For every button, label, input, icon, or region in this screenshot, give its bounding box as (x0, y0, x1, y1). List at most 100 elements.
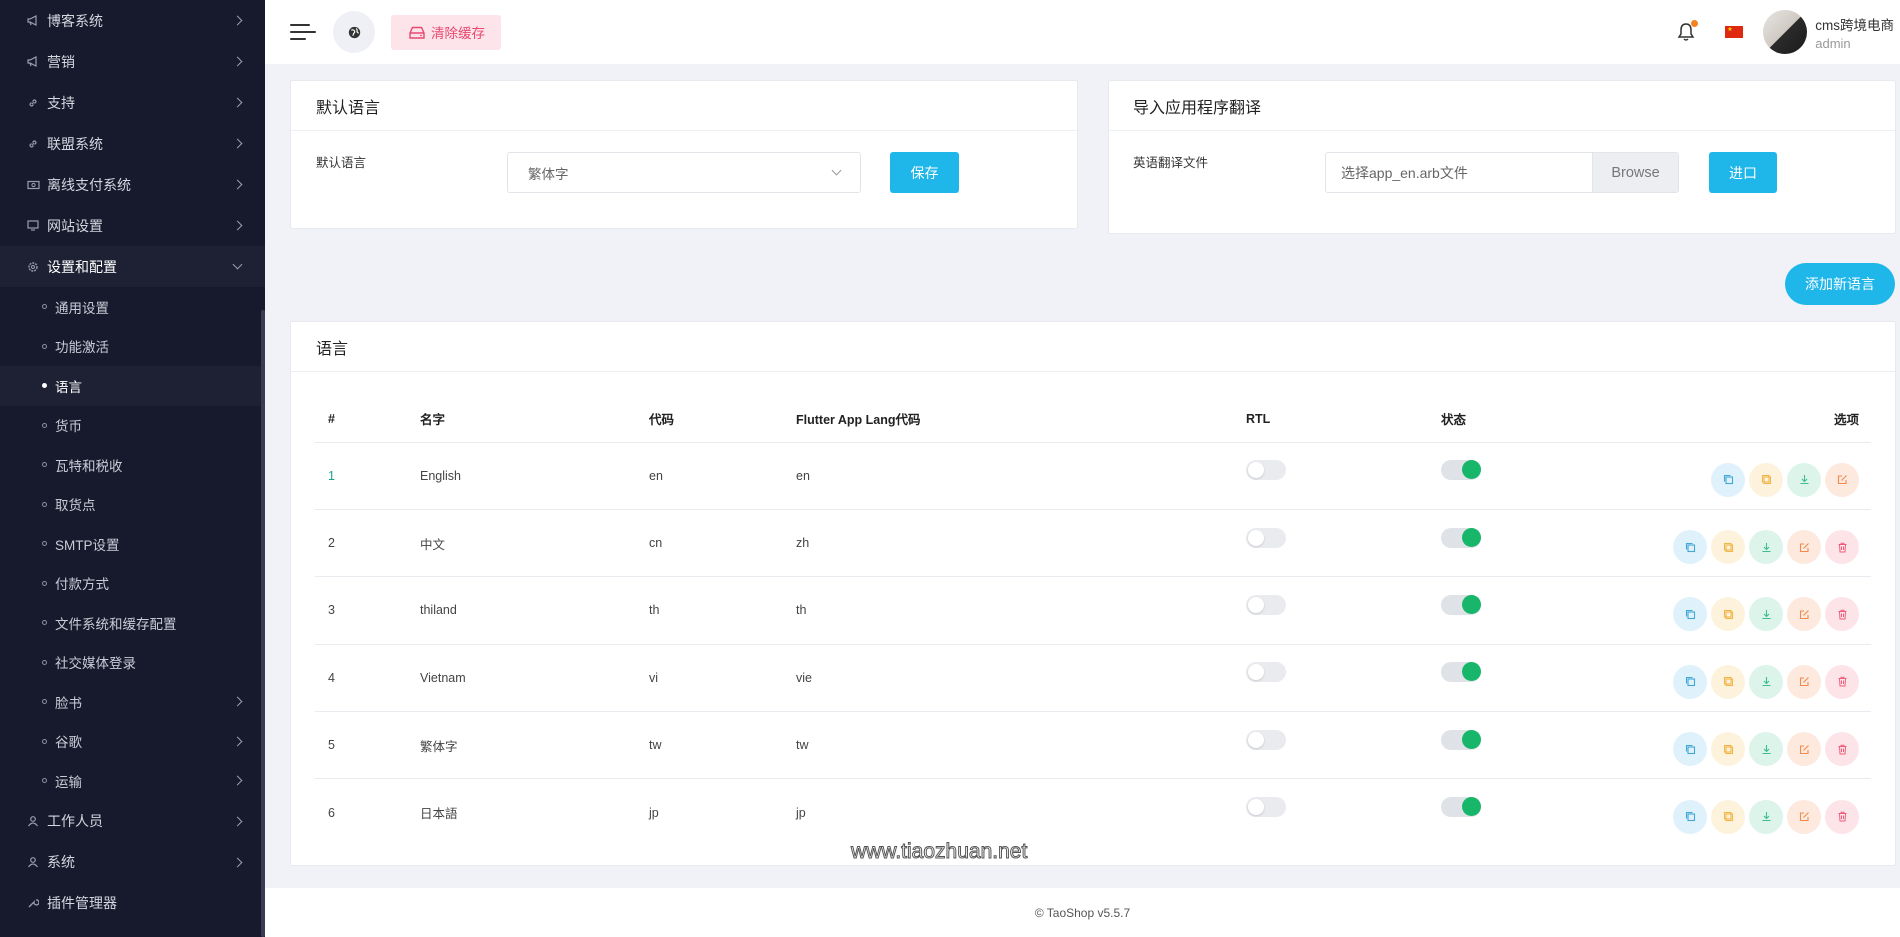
sidebar-subitem[interactable]: 运输 (0, 761, 265, 801)
copy-icon[interactable] (1749, 462, 1783, 497)
rtl-toggle[interactable] (1246, 594, 1286, 615)
edit-icon[interactable] (1787, 664, 1821, 699)
bullet-icon (42, 462, 47, 468)
edit-icon[interactable] (1787, 732, 1821, 767)
cell-code: vi (649, 644, 796, 713)
default-language-select[interactable]: 繁体字 (507, 152, 861, 193)
cell-flutter: zh (796, 509, 1246, 578)
menu-toggle-icon[interactable] (290, 22, 316, 42)
status-toggle[interactable] (1441, 460, 1481, 481)
edit-icon[interactable] (1825, 462, 1859, 497)
sidebar-subitem[interactable]: 脸书 (0, 682, 265, 722)
bullet-icon (42, 580, 47, 586)
sidebar-item-money[interactable]: 离线支付系统 (0, 164, 265, 205)
edit-icon[interactable] (1787, 799, 1821, 834)
browse-button[interactable]: Browse (1592, 153, 1678, 192)
download-icon[interactable] (1749, 799, 1783, 834)
download-icon[interactable] (1749, 664, 1783, 699)
sidebar-item-link[interactable]: 支持 (0, 82, 265, 123)
monitor-icon (26, 219, 40, 233)
cell-num: 6 (328, 805, 335, 820)
status-toggle[interactable] (1441, 594, 1481, 615)
chevron-right-icon (232, 816, 243, 826)
edit-icon[interactable] (1787, 597, 1821, 632)
sidebar-item-wrench[interactable]: 插件管理器 (0, 883, 265, 924)
add-language-button[interactable]: 添加新语言 (1785, 263, 1895, 305)
globe-icon[interactable] (333, 11, 375, 53)
avatar[interactable] (1763, 10, 1808, 54)
sidebar-scrollbar[interactable] (261, 310, 265, 937)
chevron-right-icon (232, 15, 243, 26)
cell-num: 3 (315, 576, 420, 645)
translate-icon[interactable] (1673, 664, 1707, 699)
cell-flutter: tw (796, 711, 1246, 780)
save-button[interactable]: 保存 (890, 152, 959, 193)
status-toggle[interactable] (1441, 797, 1481, 818)
sidebar-subitem[interactable]: 瓦特和税收 (0, 445, 265, 485)
rtl-toggle[interactable] (1246, 527, 1286, 548)
sidebar-item-user[interactable]: 工作人员 (0, 801, 265, 842)
import-button[interactable]: 进口 (1709, 152, 1777, 193)
copy-icon[interactable] (1711, 597, 1745, 632)
sidebar-item-megaphone[interactable]: 营销 (0, 41, 265, 82)
table-header-row: # 名字 代码 Flutter App Lang代码 RTL 状态 选项 (315, 396, 1871, 443)
sidebar-subitem-label: 功能激活 (55, 340, 109, 356)
sidebar-item-link[interactable]: 联盟系统 (0, 123, 265, 164)
sidebar-subitem[interactable]: 语言 (0, 366, 265, 406)
delete-icon[interactable] (1825, 530, 1859, 565)
sidebar-item-gear[interactable]: 设置和配置 (0, 246, 265, 287)
sidebar-subitem[interactable]: SMTP设置 (0, 524, 265, 564)
translate-icon[interactable] (1711, 462, 1745, 497)
sidebar-subitem[interactable]: 取货点 (0, 485, 265, 525)
rtl-toggle[interactable] (1246, 797, 1286, 818)
copy-icon[interactable] (1711, 799, 1745, 834)
bell-icon[interactable] (1675, 20, 1699, 43)
copy-icon[interactable] (1711, 530, 1745, 565)
status-toggle[interactable] (1441, 729, 1481, 750)
chevron-right-icon (232, 775, 243, 786)
sidebar-subitem[interactable]: 文件系统和缓存配置 (0, 603, 265, 643)
edit-icon[interactable] (1787, 530, 1821, 565)
sidebar-item-monitor[interactable]: 网站设置 (0, 205, 265, 246)
sidebar-item-megaphone[interactable]: 博客系统 (0, 0, 265, 41)
sidebar-subitem[interactable]: 功能激活 (0, 327, 265, 367)
sidebar-subitem[interactable]: 社交媒体登录 (0, 643, 265, 683)
delete-icon[interactable] (1825, 597, 1859, 632)
download-icon[interactable] (1749, 530, 1783, 565)
delete-icon[interactable] (1825, 664, 1859, 699)
china-flag-icon[interactable]: ★ (1725, 26, 1744, 38)
translate-icon[interactable] (1673, 732, 1707, 767)
sidebar-subitem[interactable]: 谷歌 (0, 722, 265, 762)
bullet-icon (42, 422, 47, 428)
sidebar-subitem-label: 语言 (55, 379, 82, 395)
download-icon[interactable] (1749, 597, 1783, 632)
cell-flutter: en (796, 442, 1246, 510)
sidebar-item-user[interactable]: 系统 (0, 842, 265, 883)
user-role: admin (1815, 35, 1851, 51)
sidebar-item-label: 营销 (47, 53, 75, 70)
copy-icon[interactable] (1711, 732, 1745, 767)
import-translation-title: 导入应用程序翻译 (1109, 81, 1895, 131)
rtl-toggle[interactable] (1246, 662, 1286, 683)
copy-icon[interactable] (1711, 664, 1745, 699)
topbar: 清除缓存 ★ cms跨境电商 admin (265, 0, 1900, 64)
file-input[interactable]: 选择app_en.arb文件 Browse (1325, 152, 1679, 193)
rtl-toggle[interactable] (1246, 460, 1286, 481)
sidebar-subitem[interactable]: 通用设置 (0, 287, 265, 327)
status-toggle[interactable] (1441, 527, 1481, 548)
clear-cache-button[interactable]: 清除缓存 (391, 14, 501, 50)
sidebar-subitem[interactable]: 付款方式 (0, 564, 265, 604)
status-toggle[interactable] (1441, 662, 1481, 683)
download-icon[interactable] (1749, 732, 1783, 767)
translate-icon[interactable] (1673, 530, 1707, 565)
rtl-toggle[interactable] (1246, 729, 1286, 750)
sidebar-subitem[interactable]: 货币 (0, 406, 265, 446)
col-flutter: Flutter App Lang代码 (796, 396, 1246, 443)
delete-icon[interactable] (1825, 799, 1859, 834)
translate-icon[interactable] (1673, 597, 1707, 632)
user-info[interactable]: cms跨境电商 admin (1815, 14, 1894, 51)
drive-icon (409, 26, 425, 39)
translate-icon[interactable] (1673, 799, 1707, 834)
delete-icon[interactable] (1825, 732, 1859, 767)
download-icon[interactable] (1787, 462, 1821, 497)
